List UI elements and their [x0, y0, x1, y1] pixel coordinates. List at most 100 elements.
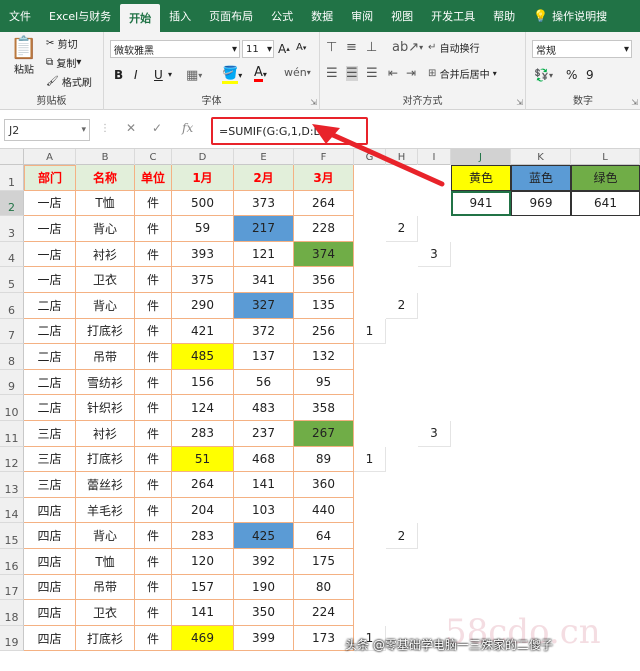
table-cell[interactable]: 件 — [135, 549, 172, 575]
table-cell[interactable]: 件 — [135, 369, 172, 396]
table-cell[interactable]: 一店 — [24, 267, 76, 293]
table-cell[interactable]: 背心 — [76, 523, 135, 549]
table-cell[interactable]: 485 — [172, 344, 234, 370]
table-cell[interactable]: 372 — [234, 318, 294, 345]
table-cell[interactable]: 132 — [294, 344, 354, 370]
table-cell[interactable]: 217 — [234, 216, 294, 242]
table-cell[interactable]: 针织衫 — [76, 395, 135, 421]
merge-center-button[interactable]: ⊞ 合并后居中 ▾ — [428, 66, 497, 81]
table-cell[interactable]: 件 — [135, 395, 172, 421]
italic-button[interactable]: I — [134, 68, 138, 82]
row-header-14[interactable]: 14 — [0, 497, 24, 524]
insert-function-icon[interactable]: fx — [182, 121, 193, 135]
table-cell[interactable]: 374 — [294, 241, 354, 268]
table-cell[interactable]: 件 — [135, 600, 172, 626]
row-header-7[interactable]: 7 — [0, 318, 24, 345]
column-header-D[interactable]: D — [172, 149, 234, 165]
table-cell[interactable]: 四店 — [24, 574, 76, 601]
table-cell[interactable]: 打底衫 — [76, 625, 135, 652]
row-header-15[interactable]: 15 — [0, 523, 24, 549]
cancel-icon[interactable]: ✕ — [126, 121, 136, 135]
table-cell[interactable]: 141 — [172, 600, 234, 626]
phonetic-button[interactable]: wén ▾ — [284, 66, 311, 79]
table-cell[interactable]: 56 — [234, 369, 294, 396]
table-cell[interactable]: 89 — [294, 446, 354, 473]
summary-header-cell[interactable]: 绿色 — [571, 165, 640, 191]
menu-tab-5[interactable]: 公式 — [262, 0, 302, 32]
table-cell[interactable]: 件 — [135, 267, 172, 293]
helper-cell[interactable]: 1 — [354, 318, 386, 345]
table-cell[interactable]: 四店 — [24, 625, 76, 652]
menu-tab-8[interactable]: 视图 — [382, 0, 422, 32]
table-cell[interactable]: 件 — [135, 446, 172, 473]
column-header-F[interactable]: F — [294, 149, 354, 165]
table-cell[interactable]: 360 — [294, 472, 354, 498]
table-cell[interactable]: 264 — [172, 472, 234, 498]
table-cell[interactable]: 三店 — [24, 421, 76, 447]
table-cell[interactable]: 背心 — [76, 293, 135, 319]
column-header-A[interactable]: A — [24, 149, 76, 165]
table-cell[interactable]: 一店 — [24, 190, 76, 217]
table-header-cell[interactable]: 单位 — [135, 165, 172, 191]
table-cell[interactable]: 背心 — [76, 216, 135, 242]
table-cell[interactable]: 283 — [172, 523, 234, 549]
column-header-H[interactable]: H — [386, 149, 418, 165]
table-cell[interactable]: 件 — [135, 190, 172, 217]
table-cell[interactable]: 衬衫 — [76, 421, 135, 447]
table-header-cell[interactable]: 3月 — [294, 165, 354, 191]
row-header-18[interactable]: 18 — [0, 600, 24, 626]
menu-tab-1[interactable]: Excel与财务 — [40, 0, 120, 32]
column-header-E[interactable]: E — [234, 149, 294, 165]
table-cell[interactable]: 440 — [294, 497, 354, 524]
table-cell[interactable]: 95 — [294, 369, 354, 396]
bold-button[interactable]: B — [114, 68, 123, 82]
table-cell[interactable]: 290 — [172, 293, 234, 319]
table-cell[interactable]: 175 — [294, 549, 354, 575]
table-cell[interactable]: 468 — [234, 446, 294, 473]
tell-me-box[interactable]: 💡 操作说明搜 — [524, 0, 616, 32]
currency-button[interactable]: 💱 ▾ — [534, 68, 553, 82]
menu-tab-4[interactable]: 页面布局 — [200, 0, 262, 32]
cut-button[interactable]: ✂ 剪切 — [46, 36, 78, 51]
table-cell[interactable]: 雪纺衫 — [76, 369, 135, 396]
row-header-9[interactable]: 9 — [0, 369, 24, 396]
table-cell[interactable]: 一店 — [24, 216, 76, 242]
table-cell[interactable]: 141 — [234, 472, 294, 498]
table-cell[interactable]: 件 — [135, 318, 172, 345]
table-cell[interactable]: 件 — [135, 574, 172, 601]
table-cell[interactable]: 件 — [135, 472, 172, 498]
table-header-cell[interactable]: 1月 — [172, 165, 234, 191]
helper-cell[interactable]: 2 — [386, 523, 418, 549]
table-cell[interactable]: 三店 — [24, 472, 76, 498]
table-cell[interactable]: 425 — [234, 523, 294, 549]
table-cell[interactable]: 四店 — [24, 600, 76, 626]
table-cell[interactable]: 224 — [294, 600, 354, 626]
align-right-button[interactable]: ☰ — [366, 66, 378, 81]
table-cell[interactable]: 吊带 — [76, 344, 135, 370]
table-cell[interactable]: 80 — [294, 574, 354, 601]
row-header-19[interactable]: 19 — [0, 625, 24, 652]
table-cell[interactable]: 120 — [172, 549, 234, 575]
row-header-12[interactable]: 12 — [0, 446, 24, 473]
row-header-4[interactable]: 4 — [0, 241, 24, 268]
align-top-button[interactable]: ⊤ — [326, 40, 337, 55]
table-cell[interactable]: 打底衫 — [76, 318, 135, 345]
menu-tab-2[interactable]: 开始 — [120, 4, 161, 32]
decrease-indent-button[interactable]: ⇤ — [388, 66, 398, 80]
table-cell[interactable]: 件 — [135, 523, 172, 549]
table-cell[interactable]: 羊毛衫 — [76, 497, 135, 524]
table-cell[interactable]: 392 — [234, 549, 294, 575]
increase-indent-button[interactable]: ⇥ — [406, 66, 416, 80]
column-header-B[interactable]: B — [76, 149, 135, 165]
font-name-select[interactable]: 微软雅黑 ▾ — [110, 40, 240, 58]
table-cell[interactable]: 256 — [294, 318, 354, 345]
table-cell[interactable]: 卫衣 — [76, 267, 135, 293]
menu-tab-0[interactable]: 文件 — [0, 0, 40, 32]
table-cell[interactable]: 267 — [294, 421, 354, 447]
column-header-G[interactable]: G — [354, 149, 386, 165]
shrink-font-button[interactable]: A ▾ — [296, 42, 306, 53]
font-color-button[interactable]: A ▾ — [254, 66, 267, 82]
menu-tab-9[interactable]: 开发工具 — [422, 0, 484, 32]
table-cell[interactable]: 二店 — [24, 395, 76, 421]
align-middle-button[interactable]: ≡ — [346, 40, 357, 55]
